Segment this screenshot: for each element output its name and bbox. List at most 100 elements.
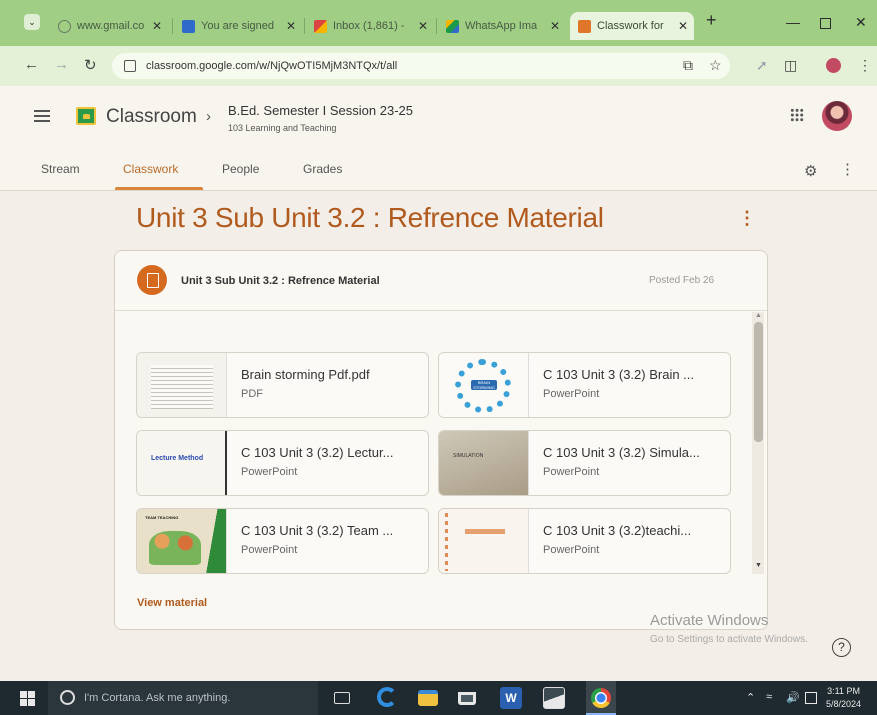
attachment-teaching-ppt[interactable]: C 103 Unit 3 (3.2)teachi... PowerPoint [438, 508, 731, 574]
scroll-down-icon[interactable]: ▼ [755, 562, 762, 569]
extensions-icon[interactable]: ◫ [784, 57, 797, 74]
attachment-name: C 103 Unit 3 (3.2) Lectur... [241, 445, 394, 460]
attachment-lecture-ppt[interactable]: Lecture Method C 103 Unit 3 (3.2) Lectur… [136, 430, 429, 496]
site-info-icon[interactable] [124, 60, 136, 72]
lecture-thumbnail: Lecture Method [137, 431, 227, 495]
attachment-team-ppt[interactable]: TEAM TEACHING C 103 Unit 3 (3.2) Team ..… [136, 508, 429, 574]
activate-windows-watermark: Activate Windows [650, 612, 769, 629]
tab-classwork[interactable]: Classwork [123, 162, 178, 176]
tab-title: Inbox (1,861) - [333, 20, 405, 32]
help-icon[interactable]: ? [832, 638, 851, 657]
attachment-brain-ppt[interactable]: BRAIN STORMING C 103 Unit 3 (3.2) Brain … [438, 352, 731, 418]
teaching-thumbnail [439, 509, 529, 573]
browser-tab-inbox[interactable]: Inbox (1,861) - ✕ [306, 12, 434, 40]
course-subtitle: 103 Learning and Teaching [228, 123, 337, 133]
scroll-up-icon[interactable]: ▲ [755, 312, 762, 319]
browser-menu-icon[interactable]: ⋮ [858, 57, 872, 74]
new-tab-button[interactable]: + [706, 10, 717, 31]
windows-start-icon[interactable] [20, 691, 35, 706]
close-icon[interactable]: ✕ [286, 19, 296, 33]
main-menu-icon[interactable] [34, 110, 50, 122]
task-view-icon[interactable] [334, 692, 350, 704]
forward-icon[interactable]: → [54, 56, 69, 73]
browser-tab-signed-in[interactable]: You are signed ✕ [174, 12, 302, 40]
photos-icon[interactable] [543, 687, 565, 709]
browser-tabstrip: ⌄ www.gmail.co ✕ You are signed ✕ Inbox … [0, 0, 877, 46]
extension-pin-icon[interactable]: ➚ [756, 57, 768, 74]
attachment-type: PowerPoint [543, 388, 600, 400]
material-title[interactable]: Unit 3 Sub Unit 3.2 : Refrence Material [181, 275, 380, 287]
install-app-icon[interactable]: ⧉ [683, 57, 693, 74]
activate-windows-hint: Go to Settings to activate Windows. [650, 634, 808, 645]
cortana-icon [60, 690, 75, 705]
close-icon[interactable]: ✕ [550, 19, 560, 33]
store-icon[interactable] [458, 687, 476, 705]
back-icon[interactable]: ← [24, 56, 39, 73]
thumb-caption: SIMULATION [453, 453, 484, 459]
account-avatar[interactable] [822, 101, 852, 131]
gmail-icon [314, 19, 327, 33]
thumb-title-bar [465, 529, 505, 534]
close-icon[interactable]: ✕ [418, 19, 428, 33]
browser-tab-gmail-site[interactable]: www.gmail.co ✕ [50, 12, 168, 40]
globe-icon [58, 19, 71, 33]
topic-title: Unit 3 Sub Unit 3.2 : Refrence Material [136, 202, 604, 233]
brainstorm-thumbnail: BRAIN STORMING [439, 353, 529, 417]
network-icon[interactable]: ≈ [766, 691, 772, 703]
url-bar[interactable]: classroom.google.com/w/NjQwOTI5MjM3NTQx/… [112, 53, 730, 79]
profile-icon[interactable] [826, 58, 841, 73]
window-close-icon[interactable]: ✕ [855, 14, 867, 31]
tab-divider [436, 18, 437, 34]
browser-tab-whatsapp[interactable]: WhatsApp Ima ✕ [438, 12, 566, 40]
attachment-simulation-ppt[interactable]: SIMULATION C 103 Unit 3 (3.2) Simula... … [438, 430, 731, 496]
tab-title: www.gmail.co [77, 20, 145, 32]
restore-icon[interactable] [820, 18, 831, 29]
tab-search-icon[interactable]: ⌄ [24, 14, 40, 30]
topic-more-icon[interactable]: ⋮ [738, 208, 756, 229]
more-options-icon[interactable]: ⋮ [840, 160, 855, 178]
url-text: classroom.google.com/w/NjQwOTI5MjM3NTQx/… [146, 60, 398, 72]
attachment-name: C 103 Unit 3 (3.2) Brain ... [543, 367, 695, 382]
volume-icon[interactable]: 🔊 [786, 691, 800, 704]
active-tab-indicator [115, 187, 203, 190]
edge-icon[interactable] [377, 687, 397, 707]
thumb-caption: TEAM TEACHING [145, 515, 179, 520]
tab-grades[interactable]: Grades [303, 162, 342, 176]
s-icon [182, 19, 195, 33]
bookmark-star-icon[interactable]: ☆ [709, 57, 722, 74]
app-name[interactable]: Classroom [106, 106, 197, 128]
close-icon[interactable]: ✕ [678, 19, 688, 33]
scrollbar-thumb[interactable] [754, 322, 763, 442]
browser-tab-classwork[interactable]: Classwork for ✕ [570, 12, 694, 40]
team-thumbnail: TEAM TEACHING [137, 509, 227, 573]
clock-date: 5/8/2024 [826, 699, 862, 709]
google-apps-icon[interactable] [790, 108, 804, 122]
attachment-type: PowerPoint [543, 544, 600, 556]
attachment-brain-storming-pdf[interactable]: Brain storming Pdf.pdf PDF [136, 352, 429, 418]
tab-people[interactable]: People [222, 162, 259, 176]
material-icon [137, 265, 167, 295]
file-explorer-icon[interactable] [418, 690, 438, 706]
thumb-caption: BRAIN STORMING [471, 380, 497, 390]
cortana-search[interactable]: I'm Cortana. Ask me anything. [48, 681, 318, 715]
tab-divider [172, 18, 173, 34]
pdf-thumbnail [137, 353, 227, 417]
minimize-icon[interactable]: — [786, 14, 800, 30]
show-hidden-icons[interactable]: ⌃ [746, 691, 755, 704]
close-icon[interactable]: ✕ [152, 19, 162, 33]
chrome-icon[interactable] [586, 681, 616, 715]
view-material-link[interactable]: View material [137, 597, 207, 609]
people-illustration-icon [149, 531, 201, 565]
word-icon[interactable]: W [500, 687, 522, 709]
chevron-right-icon: › [206, 108, 211, 125]
course-title[interactable]: B.Ed. Semester I Session 23-25 [228, 103, 413, 118]
action-center-icon[interactable] [805, 692, 817, 704]
system-clock[interactable]: 3:11 PM 5/8/2024 [826, 685, 861, 711]
classroom-logo-icon[interactable] [76, 107, 96, 125]
reload-icon[interactable]: ↻ [84, 56, 97, 74]
class-settings-icon[interactable]: ⚙ [804, 162, 817, 180]
material-card-header[interactable]: Unit 3 Sub Unit 3.2 : Refrence Material … [115, 251, 767, 311]
thumb-caption: Lecture Method [151, 455, 204, 462]
tab-stream[interactable]: Stream [41, 162, 80, 176]
tab-title: Classwork for [597, 20, 664, 32]
